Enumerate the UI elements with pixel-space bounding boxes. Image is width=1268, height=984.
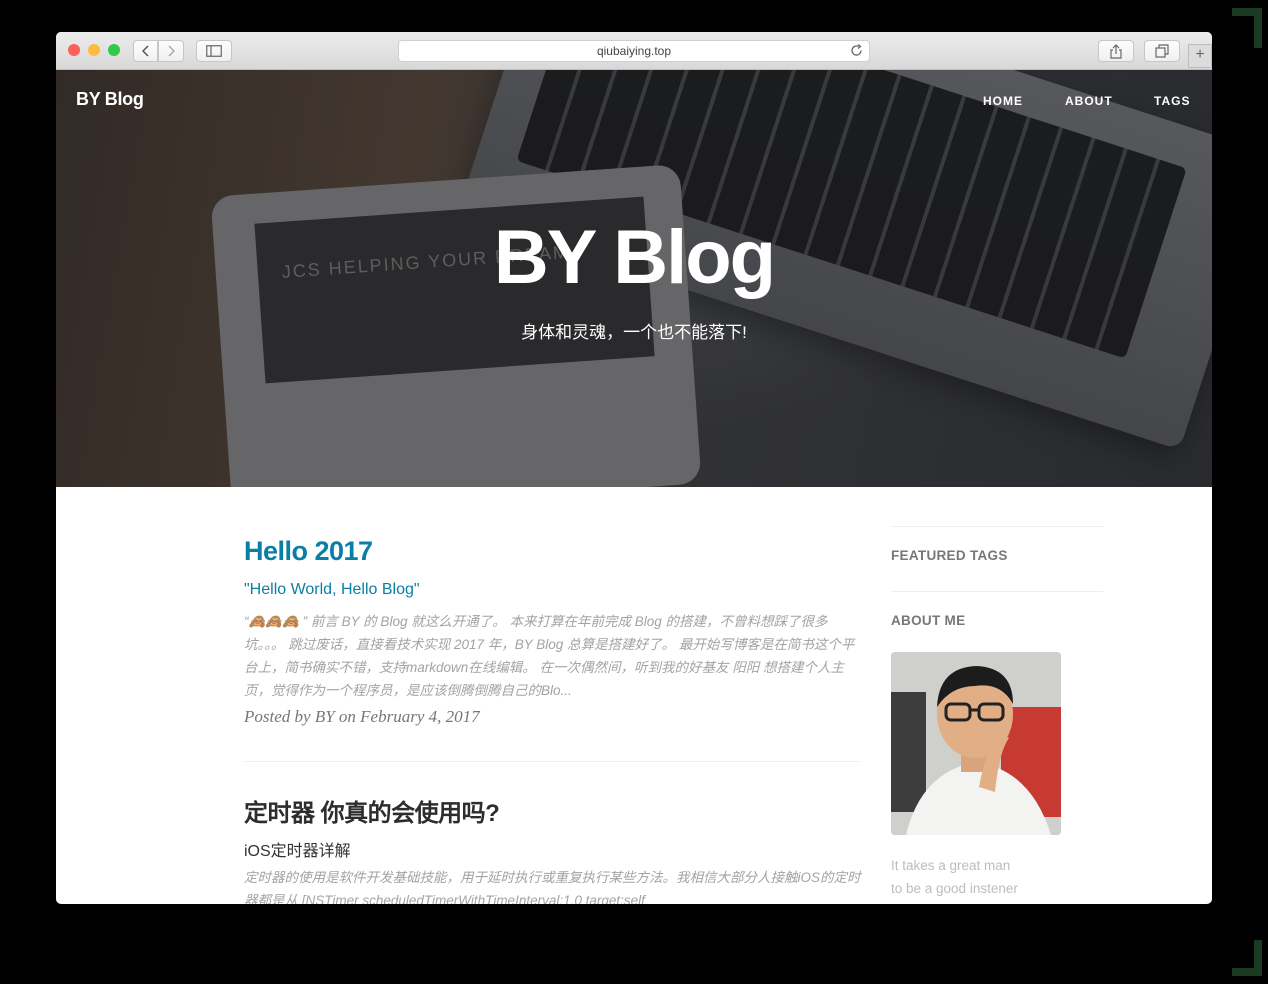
tab-overview-button[interactable] bbox=[1144, 40, 1180, 62]
sidebar-divider bbox=[891, 591, 1103, 592]
post-divider bbox=[244, 761, 860, 762]
nav-about-link[interactable]: ABOUT bbox=[1065, 94, 1113, 108]
tabs-icon bbox=[1155, 44, 1169, 58]
post-meta: Posted by BY on February 4, 2017 bbox=[244, 707, 480, 726]
about-quote-line: to be a good instener bbox=[891, 881, 1018, 896]
nav-home-link[interactable]: HOME bbox=[983, 94, 1023, 108]
address-bar[interactable]: qiubaiying.top bbox=[398, 40, 870, 62]
hero-banner: JCS HELPING YOUR DREAM BY Blog HOME ABOU… bbox=[56, 70, 1212, 487]
minimize-window-button[interactable] bbox=[88, 44, 100, 56]
nav-tags-link[interactable]: TAGS bbox=[1154, 94, 1190, 108]
browser-window: qiubaiying.top JCS HELPING YOUR DREAM BY… bbox=[56, 32, 1212, 904]
site-brand-link[interactable]: BY Blog bbox=[76, 89, 144, 110]
avatar-illustration bbox=[891, 652, 1061, 835]
reload-icon[interactable] bbox=[850, 44, 863, 57]
chevron-left-icon bbox=[141, 45, 149, 57]
close-window-button[interactable] bbox=[68, 44, 80, 56]
post-subtitle[interactable]: "Hello World, Hello Blog" bbox=[244, 581, 420, 599]
background-corner-bottom-right-vertical bbox=[1254, 940, 1262, 976]
featured-tags-heading: FEATURED TAGS bbox=[891, 548, 1008, 563]
post-excerpt: “🙈🙈🙈 ” 前言 BY 的 Blog 就这么开通了。 本来打算在年前完成 Bl… bbox=[244, 614, 855, 698]
post-subtitle[interactable]: iOS定时器详解 bbox=[244, 837, 351, 861]
about-me-heading: ABOUT ME bbox=[891, 613, 966, 628]
chevron-right-icon bbox=[168, 45, 175, 57]
back-button[interactable] bbox=[133, 40, 158, 62]
hero-subtitle: 身体和灵魂，一个也不能落下! bbox=[521, 323, 747, 342]
about-quote-line: It takes a great man bbox=[891, 858, 1011, 873]
share-icon bbox=[1110, 43, 1122, 59]
sidebar-toggle-button[interactable] bbox=[196, 40, 232, 62]
zoom-window-button[interactable] bbox=[108, 44, 120, 56]
post-excerpt: 定时器的使用是软件开发基础技能，用于延时执行或重复执行某些方法。我相信大部分人接… bbox=[244, 870, 861, 904]
share-button[interactable] bbox=[1098, 40, 1134, 62]
hero-title: BY Blog bbox=[493, 215, 776, 300]
new-tab-button[interactable]: + bbox=[1188, 44, 1212, 68]
sidebar-divider bbox=[891, 526, 1103, 527]
sidebar-icon bbox=[206, 45, 222, 57]
post-title-link[interactable]: 定时器 你真的会使用吗? bbox=[244, 793, 500, 828]
avatar-photo bbox=[891, 652, 1061, 835]
url-text: qiubaiying.top bbox=[596, 44, 672, 58]
background-corner-top-right-vertical bbox=[1254, 8, 1262, 48]
browser-toolbar: qiubaiying.top bbox=[56, 32, 1212, 70]
post-title-link[interactable]: Hello 2017 bbox=[244, 536, 373, 567]
forward-button[interactable] bbox=[158, 40, 184, 62]
